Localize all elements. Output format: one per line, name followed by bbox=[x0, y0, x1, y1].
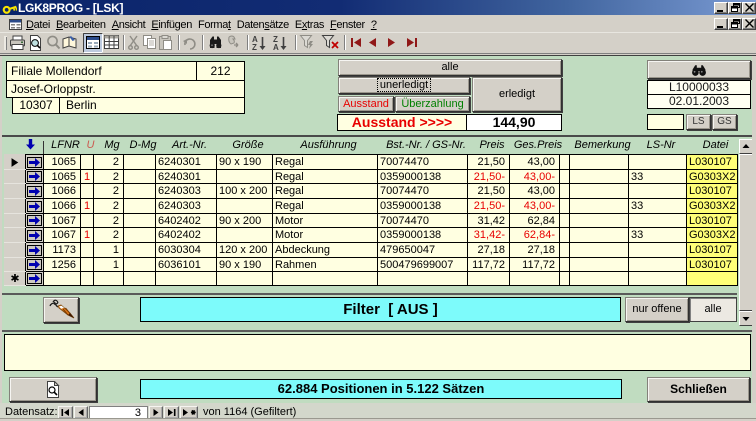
svg-text:Z: Z bbox=[252, 43, 257, 52]
svg-text:A: A bbox=[273, 43, 279, 52]
